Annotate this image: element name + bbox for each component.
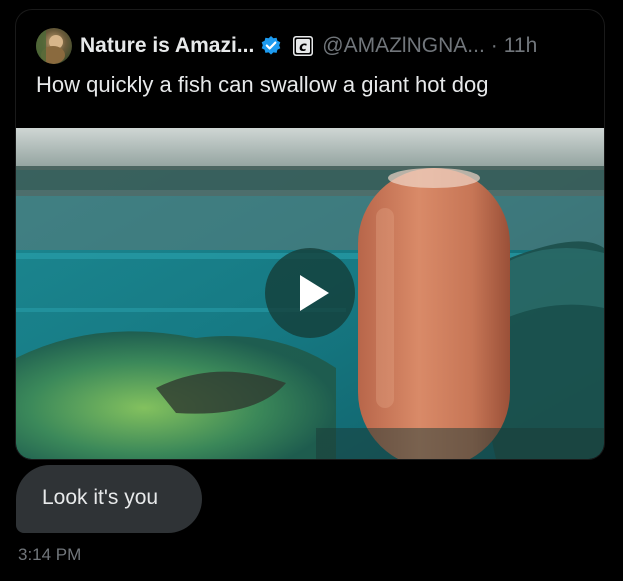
verified-badge-icon xyxy=(260,35,282,57)
tweet-video[interactable] xyxy=(16,128,604,459)
message-text: Look it's you xyxy=(42,486,159,509)
message-bubble[interactable]: Look it's you xyxy=(16,465,202,533)
tweet-text: How quickly a fish can swallow a giant h… xyxy=(36,72,489,97)
play-button[interactable] xyxy=(265,248,355,338)
message-timestamp: 3:14 PM xyxy=(18,545,82,564)
affiliate-c-icon[interactable]: c xyxy=(292,35,314,57)
dm-conversation-view: Nature is Amazi... c @AMAZlNGNA... · 11h… xyxy=(0,0,623,581)
tweet-header: Nature is Amazi... c @AMAZlNGNA... · 11h xyxy=(36,28,537,64)
tweet-author-handle[interactable]: @AMAZlNGNA... xyxy=(322,34,485,58)
avatar[interactable] xyxy=(36,28,72,64)
tweet-time-ago[interactable]: 11h xyxy=(504,34,537,58)
svg-text:c: c xyxy=(299,40,307,55)
shared-tweet-card[interactable]: Nature is Amazi... c @AMAZlNGNA... · 11h… xyxy=(16,10,604,459)
tweet-author-name[interactable]: Nature is Amazi... xyxy=(80,34,254,58)
play-icon xyxy=(300,275,329,311)
meta-separator: · xyxy=(490,34,498,57)
